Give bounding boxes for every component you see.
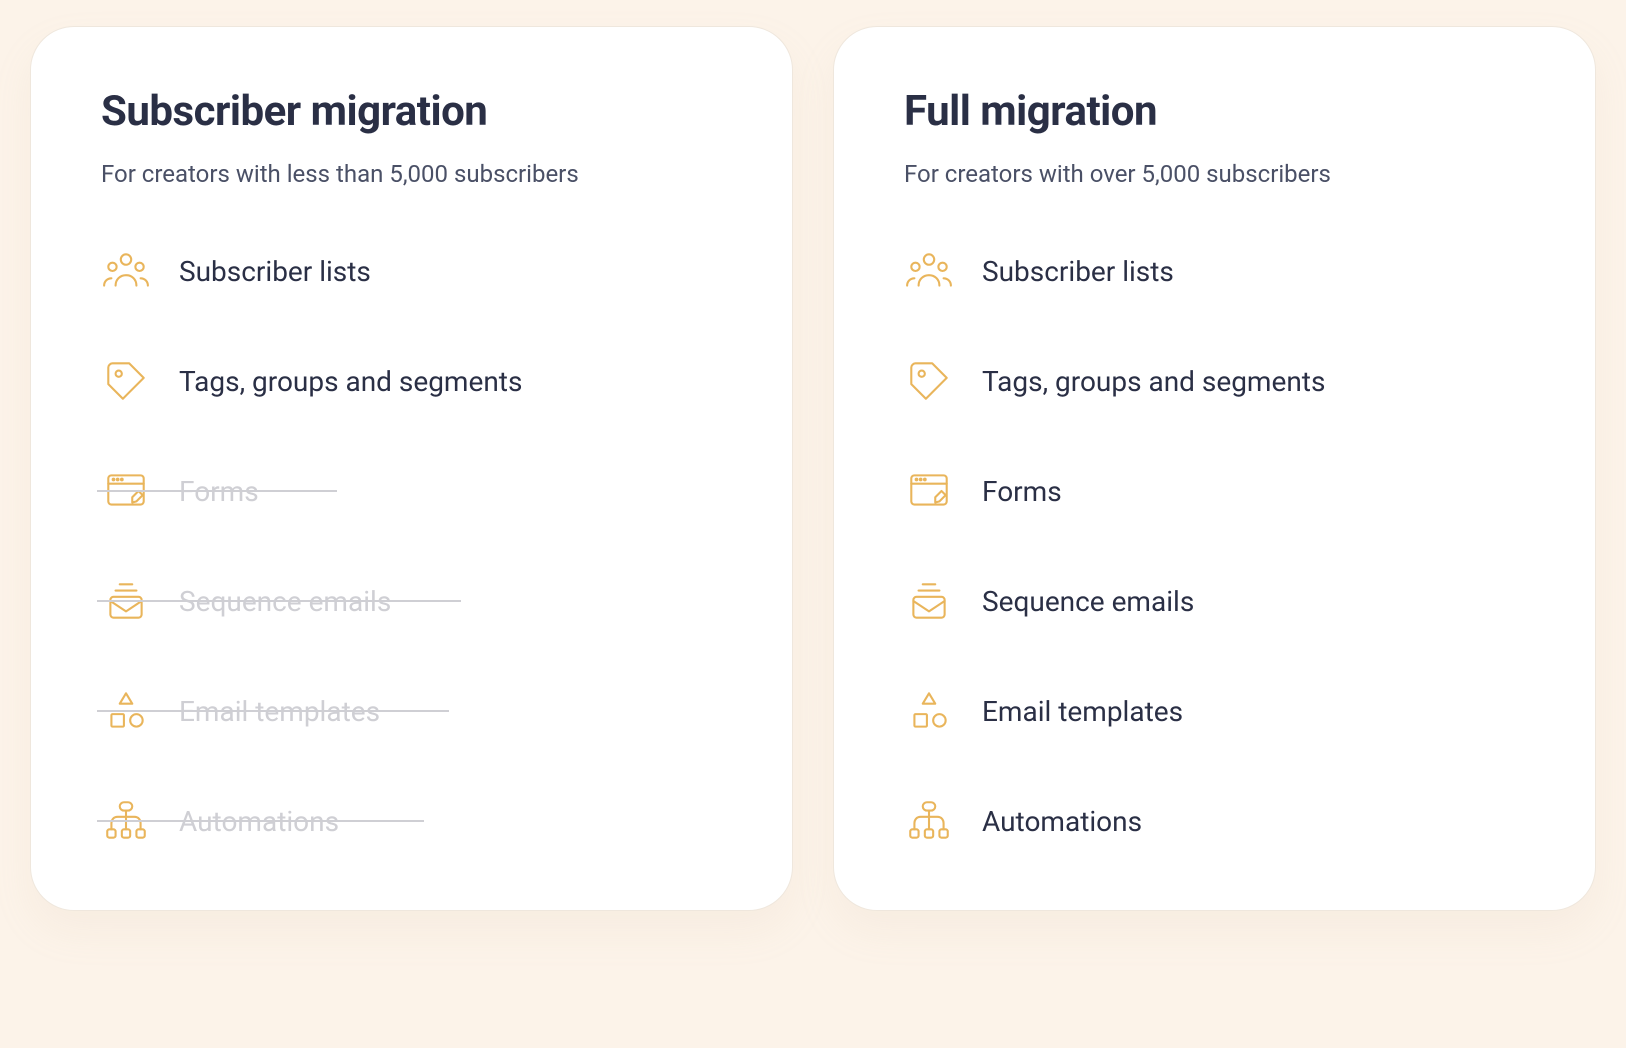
feature-label: Automations — [982, 805, 1142, 838]
form-icon — [101, 466, 151, 516]
form-icon — [904, 466, 954, 516]
migration-cards: Subscriber migration For creators with l… — [30, 26, 1596, 911]
feature-label: Sequence emails — [982, 585, 1194, 618]
feature-subscriber-lists: Subscriber lists — [101, 246, 722, 296]
mail-icon — [101, 576, 151, 626]
feature-forms: Forms — [904, 466, 1525, 516]
feature-label: Email templates — [982, 695, 1183, 728]
shapes-icon — [904, 686, 954, 736]
feature-list: Subscriber lists Tags, groups and segmen… — [101, 246, 722, 846]
card-title: Full migration — [904, 87, 1525, 136]
people-icon — [904, 246, 954, 296]
card-subtitle: For creators with over 5,000 subscribers — [904, 160, 1525, 188]
feature-email-templates: Email templates — [101, 686, 722, 736]
card-subtitle: For creators with less than 5,000 subscr… — [101, 160, 722, 188]
feature-sequence-emails: Sequence emails — [904, 576, 1525, 626]
feature-sequence-emails: Sequence emails — [101, 576, 722, 626]
card-title: Subscriber migration — [101, 87, 722, 136]
mail-icon — [904, 576, 954, 626]
tag-icon — [101, 356, 151, 406]
feature-label: Sequence emails — [179, 585, 391, 618]
tag-icon — [904, 356, 954, 406]
feature-label: Forms — [179, 475, 259, 508]
hierarchy-icon — [101, 796, 151, 846]
feature-label: Tags, groups and segments — [179, 365, 522, 398]
shapes-icon — [101, 686, 151, 736]
feature-forms: Forms — [101, 466, 722, 516]
feature-subscriber-lists: Subscriber lists — [904, 246, 1525, 296]
feature-label: Subscriber lists — [179, 255, 371, 288]
full-migration-card: Full migration For creators with over 5,… — [833, 26, 1596, 911]
feature-tags: Tags, groups and segments — [101, 356, 722, 406]
feature-list: Subscriber lists Tags, groups and segmen… — [904, 246, 1525, 846]
feature-tags: Tags, groups and segments — [904, 356, 1525, 406]
feature-automations: Automations — [904, 796, 1525, 846]
feature-label: Email templates — [179, 695, 380, 728]
feature-label: Subscriber lists — [982, 255, 1174, 288]
hierarchy-icon — [904, 796, 954, 846]
feature-email-templates: Email templates — [904, 686, 1525, 736]
subscriber-migration-card: Subscriber migration For creators with l… — [30, 26, 793, 911]
feature-label: Tags, groups and segments — [982, 365, 1325, 398]
feature-automations: Automations — [101, 796, 722, 846]
people-icon — [101, 246, 151, 296]
feature-label: Forms — [982, 475, 1062, 508]
feature-label: Automations — [179, 805, 339, 838]
